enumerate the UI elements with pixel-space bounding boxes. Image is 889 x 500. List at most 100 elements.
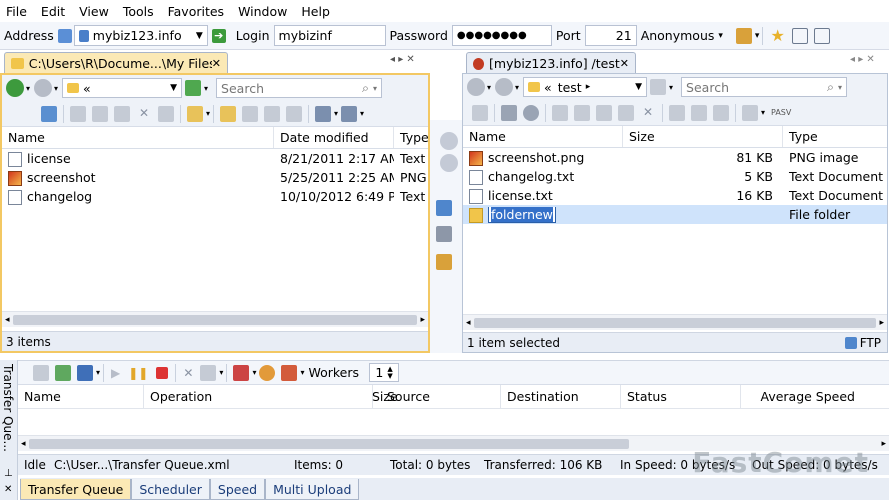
list-item[interactable]: license 8/21/2011 2:17 AM Text <box>2 149 428 168</box>
column-name[interactable]: Name <box>18 385 144 408</box>
play-icon[interactable]: ▶ <box>111 366 120 380</box>
list-view-icon[interactable] <box>341 105 358 122</box>
list-item[interactable]: changelog 10/10/2012 6:49 PM Text <box>2 187 428 206</box>
save-icon[interactable] <box>77 364 93 381</box>
column-name[interactable]: Name <box>463 126 623 147</box>
column-status[interactable]: Status <box>621 385 741 408</box>
list-item[interactable]: license.txt 16 KB Text Document <box>463 186 887 205</box>
search-icon[interactable]: ⌕ <box>827 79 834 95</box>
copy-icon[interactable] <box>596 104 612 121</box>
close-icon[interactable]: ✕ <box>620 57 629 70</box>
list-item[interactable]: screenshot 5/25/2011 2:25 AM PNG <box>2 168 428 187</box>
search-icon[interactable]: ⌕ <box>362 80 369 96</box>
new-folder-icon[interactable] <box>220 105 237 122</box>
address-field[interactable]: mybiz123.info ▼ <box>73 25 208 46</box>
rename-icon[interactable] <box>92 105 108 122</box>
spin-arrows-icon[interactable]: ▲ ▼ <box>387 365 392 380</box>
edit-icon[interactable] <box>70 105 86 122</box>
refresh-icon[interactable] <box>501 104 517 121</box>
menu-view[interactable]: View <box>79 4 109 19</box>
remote-path-field[interactable]: « test ▸ ▼ <box>523 77 648 97</box>
list-item-selected[interactable]: foldernew File folder <box>463 205 887 224</box>
transfer-left-icon[interactable] <box>440 154 458 172</box>
cut-icon[interactable] <box>691 104 707 121</box>
chevron-down-icon[interactable]: ▾ <box>300 368 304 377</box>
up-folder-icon[interactable] <box>650 79 667 95</box>
rename-icon[interactable] <box>574 104 590 121</box>
remote-horizontal-scrollbar[interactable]: ◂ ▸ <box>463 314 887 330</box>
view-options-icon[interactable] <box>315 105 332 122</box>
chevron-down-icon[interactable]: ▾ <box>669 83 673 92</box>
local-horizontal-scrollbar[interactable]: ◂ ▸ <box>2 311 428 327</box>
transfer-queue-side-tab[interactable]: Transfer Que... ⊥ ✕ <box>0 360 18 500</box>
scroll-right-icon[interactable]: ▸ <box>881 439 886 449</box>
clipboard-icon[interactable] <box>286 105 303 122</box>
column-type[interactable]: Type <box>783 126 887 147</box>
chevron-down-icon[interactable]: ▾ <box>838 83 842 92</box>
back-icon[interactable] <box>6 79 24 97</box>
tab-remote-files[interactable]: [mybiz123.info] /test ✕ <box>466 52 636 74</box>
password-field[interactable]: ●●●●●●●● <box>451 25 552 46</box>
pause-icon[interactable]: ❚❚ <box>128 366 148 380</box>
forward-icon[interactable] <box>34 79 53 97</box>
properties-icon[interactable] <box>158 105 174 122</box>
link-icon[interactable] <box>436 226 452 242</box>
chevron-down-icon[interactable]: ▾ <box>206 109 210 118</box>
new-folder-icon[interactable] <box>669 104 685 121</box>
star-icon[interactable]: ★ <box>770 26 784 45</box>
scrollbar-thumb[interactable] <box>12 314 418 325</box>
chevron-down-icon[interactable]: ▾ <box>96 368 100 377</box>
tab-transfer-queue[interactable]: Transfer Queue <box>20 479 132 500</box>
disconnect-icon[interactable] <box>472 104 488 121</box>
chevron-down-icon[interactable]: ▾ <box>487 83 491 92</box>
folder-options-icon[interactable] <box>187 105 203 122</box>
tab-local-files[interactable]: C:\Users\R\Docume...\My Files ✕ <box>4 52 228 74</box>
menu-edit[interactable]: Edit <box>41 4 65 19</box>
column-operation[interactable]: Operation <box>144 385 380 408</box>
pasv-button[interactable]: PASV <box>771 108 791 117</box>
column-type[interactable]: Type <box>394 127 429 148</box>
chevron-down-icon[interactable]: ▾ <box>252 368 256 377</box>
chevron-down-icon[interactable]: ▼ <box>635 82 642 92</box>
chevron-down-icon[interactable]: ▾ <box>334 109 338 118</box>
login-field[interactable]: mybizinf <box>273 25 386 46</box>
chevron-down-icon[interactable]: ▼ <box>196 31 203 41</box>
column-destination[interactable]: Destination <box>501 385 621 408</box>
scroll-left-icon[interactable]: ◂ <box>466 318 471 328</box>
forward-icon[interactable] <box>495 78 514 96</box>
chevron-down-icon[interactable]: ▾ <box>219 368 223 377</box>
tab-scroll-arrows[interactable]: ◂ ▸ ✕ <box>390 54 415 65</box>
cut-icon[interactable] <box>242 105 259 122</box>
menu-file[interactable]: File <box>6 4 27 19</box>
schedule-icon[interactable] <box>259 364 276 381</box>
speed-limit-icon[interactable] <box>281 364 298 381</box>
local-path-field[interactable]: « ▼ <box>62 78 183 98</box>
column-average-speed[interactable]: Average Speed <box>741 385 861 408</box>
menu-favorites[interactable]: Favorites <box>168 4 224 19</box>
close-icon[interactable]: ✕ <box>4 484 12 495</box>
rename-input[interactable]: foldernew <box>491 206 553 222</box>
back-icon[interactable] <box>467 78 485 96</box>
menu-window[interactable]: Window <box>238 4 287 19</box>
scroll-left-icon[interactable]: ◂ <box>5 315 10 325</box>
menu-tools[interactable]: Tools <box>123 4 154 19</box>
tab-scroll-arrows[interactable]: ◂ ▸ ✕ <box>850 54 875 65</box>
paste-icon[interactable] <box>264 105 281 122</box>
delete-icon[interactable]: ✕ <box>136 106 152 122</box>
chevron-down-icon[interactable]: ▾ <box>360 109 364 118</box>
edit-icon[interactable] <box>552 104 568 121</box>
load-queue-icon[interactable] <box>55 364 71 381</box>
tab-scheduler[interactable]: Scheduler <box>131 479 210 500</box>
chevron-down-icon[interactable]: ▾ <box>204 84 208 93</box>
split-horizontal-icon[interactable] <box>791 27 808 44</box>
compare-folders-icon[interactable] <box>436 254 452 270</box>
column-source[interactable]: Source <box>381 385 501 408</box>
open-queue-icon[interactable] <box>33 364 49 381</box>
chevron-down-icon[interactable]: ▾ <box>755 31 760 41</box>
scrollbar-thumb[interactable] <box>473 317 877 328</box>
transfer-right-icon[interactable] <box>440 132 458 150</box>
workers-stepper[interactable]: 1 ▲ ▼ <box>369 363 400 382</box>
anonymous-label[interactable]: Anonymous <box>641 28 715 43</box>
tab-multi-upload[interactable]: Multi Upload <box>265 479 360 500</box>
local-search-input[interactable]: Search ⌕ ▾ <box>216 78 383 98</box>
